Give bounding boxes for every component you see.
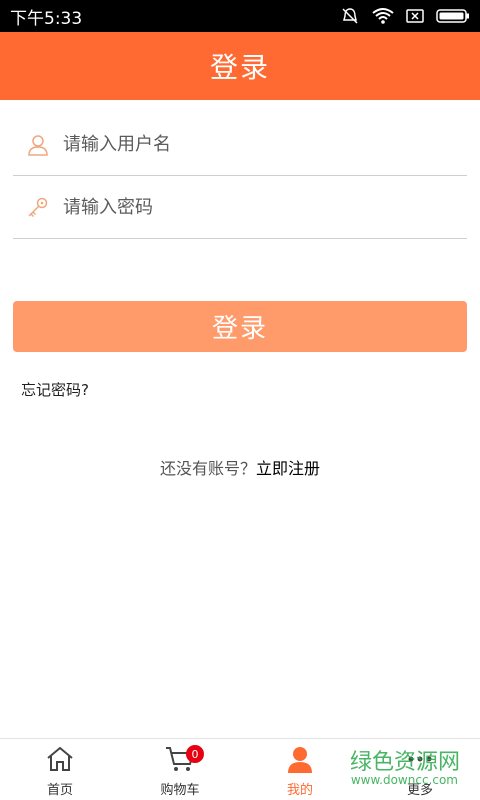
password-field-row: [13, 177, 467, 239]
nav-label-home: 首页: [46, 783, 73, 798]
sim-x-icon: [406, 8, 424, 24]
username-input[interactable]: [63, 124, 443, 165]
watermark-subtitle: www.downcc.com: [350, 773, 458, 787]
mute-bell-icon: [340, 6, 360, 26]
register-line: 还没有账号？立即注册: [0, 455, 480, 479]
user-icon: [13, 133, 63, 157]
status-bar: 下午5:33: [0, 0, 480, 32]
cart-badge: 0: [186, 745, 204, 763]
password-input[interactable]: [63, 187, 443, 228]
login-button[interactable]: 登录: [13, 301, 467, 352]
nav-item-mine[interactable]: 我的: [240, 739, 360, 800]
nav-label-mine: 我的: [286, 783, 313, 798]
page-title: 登录: [209, 51, 270, 84]
nav-item-home[interactable]: 首页: [0, 739, 120, 800]
person-icon: [285, 745, 315, 777]
watermark-title: 绿色资源网: [349, 750, 460, 775]
register-prompt: 还没有账号？: [159, 459, 256, 478]
status-time: 下午5:33: [10, 8, 83, 29]
nav-item-cart[interactable]: 0 购物车: [120, 739, 240, 800]
username-field-row: [13, 114, 467, 176]
key-icon: [13, 196, 63, 220]
register-link[interactable]: 立即注册: [256, 459, 320, 478]
header: 登录: [0, 32, 480, 100]
home-icon: [45, 745, 75, 777]
nav-label-cart: 购物车: [160, 783, 200, 798]
forgot-password-link[interactable]: 忘记密码?: [21, 379, 89, 400]
battery-icon: [436, 8, 470, 24]
status-icons: [340, 6, 470, 26]
wifi-icon: [372, 7, 394, 25]
